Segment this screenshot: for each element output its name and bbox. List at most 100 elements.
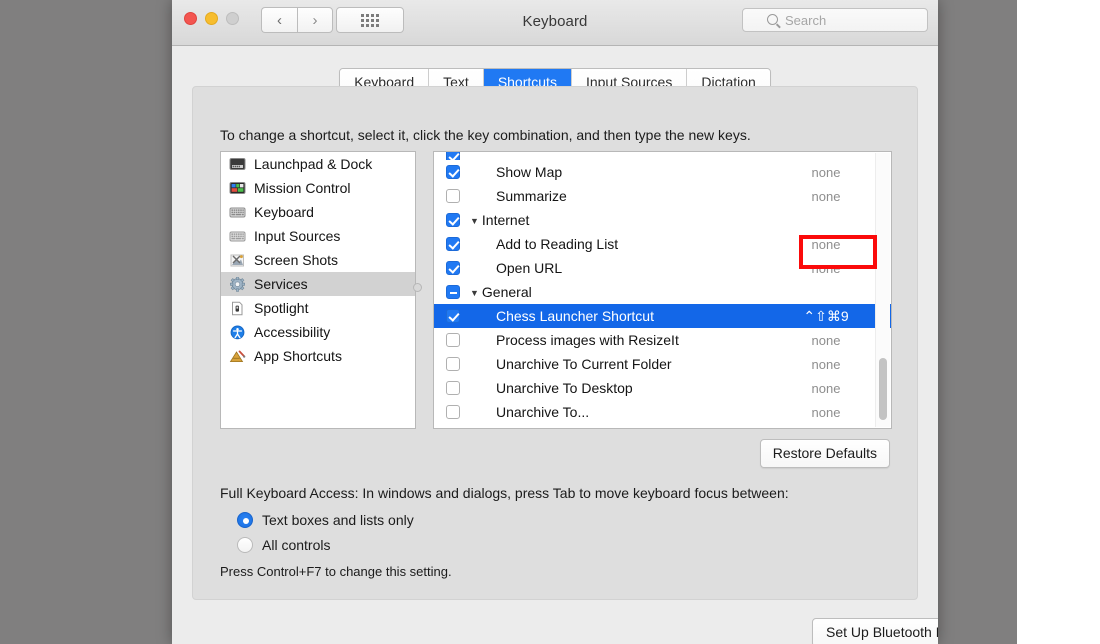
sidebar-item-services[interactable]: Services [221, 272, 415, 296]
row-checkbox[interactable] [446, 381, 460, 395]
group-checkbox[interactable] [446, 213, 460, 227]
sidebar-item-accessibility[interactable]: Accessibility [221, 320, 415, 344]
radio-label: All controls [262, 537, 331, 553]
shortcuts-panel: To change a shortcut, select it, click t… [192, 86, 918, 600]
split-view-grip[interactable] [413, 283, 422, 292]
checkbox-wrap[interactable] [434, 333, 472, 347]
sidebar-item-mission-control[interactable]: Mission Control [221, 176, 415, 200]
row-checkbox[interactable] [446, 405, 460, 419]
row-checkbox[interactable] [446, 333, 460, 347]
set-up-bluetooth-keyboard-button[interactable]: Set Up Bluetooth Keyboard... [812, 618, 938, 644]
sidebar-item-label: Services [254, 276, 308, 292]
search-icon [767, 14, 778, 25]
chevron-down-icon[interactable]: ▼ [470, 288, 479, 298]
row-checkbox[interactable] [446, 152, 460, 160]
checkbox-wrap[interactable] [434, 152, 472, 160]
checkbox-wrap[interactable] [434, 309, 472, 323]
sidebar-item-label: Keyboard [254, 204, 314, 220]
input-sources-icon [229, 229, 246, 244]
table-row-selected[interactable]: Chess Launcher Shortcut ⌃⇧⌘9 [434, 304, 891, 328]
row-checkbox[interactable] [446, 357, 460, 371]
row-checkbox[interactable] [446, 165, 460, 179]
row-label: Open URL [496, 260, 563, 276]
table-group-row[interactable]: ▼ Internet [434, 208, 891, 232]
sidebar-item-keyboard[interactable]: Keyboard [221, 200, 415, 224]
screen-shots-icon [229, 253, 246, 268]
table-row[interactable]: Open URL none [434, 256, 891, 280]
group-label-text: General [481, 284, 532, 300]
sidebar-item-label: Launchpad & Dock [254, 156, 373, 172]
services-gear-icon [229, 276, 246, 292]
sidebar-item-input-sources[interactable]: Input Sources [221, 224, 415, 248]
checkbox-wrap[interactable] [434, 189, 472, 203]
checkbox-wrap[interactable] [434, 357, 472, 371]
row-label: Unarchive To Current Folder [496, 356, 672, 372]
window-titlebar: ‹ › Keyboard Search [172, 0, 938, 46]
full-keyboard-access-label: Full Keyboard Access: In windows and dia… [220, 485, 789, 501]
checkbox-wrap[interactable] [434, 165, 472, 179]
checkbox-wrap[interactable] [434, 261, 472, 275]
table-row[interactable]: Process images with ResizeIt none [434, 328, 891, 352]
app-shortcuts-icon [229, 349, 246, 364]
row-label: Summarize [496, 188, 567, 204]
search-field[interactable]: Search [742, 8, 928, 32]
sidebar-item-label: App Shortcuts [254, 348, 342, 364]
row-label: Show Map [496, 164, 563, 180]
page-margin [1017, 0, 1100, 644]
sidebar-item-spotlight[interactable]: Spotlight [221, 296, 415, 320]
row-checkbox[interactable] [446, 189, 460, 203]
table-row[interactable]: Summarize none [434, 184, 891, 208]
checkbox-wrap[interactable] [434, 405, 472, 419]
sidebar-item-label: Input Sources [254, 228, 341, 244]
launchpad-dock-icon [229, 157, 246, 172]
table-row[interactable]: Add to Reading List none [434, 232, 891, 256]
full-keyboard-access-note: Press Control+F7 to change this setting. [220, 564, 452, 579]
shortcuts-scrollbar[interactable] [875, 153, 890, 427]
sidebar-item-label: Mission Control [254, 180, 351, 196]
checkbox-wrap[interactable] [434, 213, 472, 227]
radio-button[interactable] [237, 537, 253, 553]
instruction-text: To change a shortcut, select it, click t… [220, 127, 751, 143]
radio-option-all-controls[interactable]: All controls [237, 537, 330, 553]
sidebar-item-screen-shots[interactable]: Screen Shots [221, 248, 415, 272]
radio-button[interactable] [237, 512, 253, 528]
row-label: Add to Reading List [496, 236, 619, 252]
row-label: Chess Launcher Shortcut [496, 308, 654, 324]
checkbox-wrap[interactable] [434, 285, 472, 299]
group-label: ▼ Internet [470, 212, 787, 228]
radio-option-text-boxes[interactable]: Text boxes and lists only [237, 512, 414, 528]
radio-label: Text boxes and lists only [262, 512, 414, 528]
table-row[interactable]: Show Map none [434, 160, 891, 184]
table-row[interactable]: Unarchive To Desktop none [434, 376, 891, 400]
checkbox-wrap[interactable] [434, 381, 472, 395]
mission-control-icon [229, 181, 246, 196]
search-placeholder: Search [785, 12, 827, 28]
spotlight-icon [229, 301, 246, 316]
keyboard-icon [229, 205, 246, 220]
row-label: Process images with ResizeIt [496, 332, 679, 348]
sidebar-item-app-shortcuts[interactable]: App Shortcuts [221, 344, 415, 368]
group-label-text: Internet [481, 212, 530, 228]
checkbox-wrap[interactable] [434, 237, 472, 251]
sidebar-item-label: Screen Shots [254, 252, 339, 268]
row-checkbox[interactable] [446, 237, 460, 251]
accessibility-icon [229, 325, 246, 340]
sidebar-item-label: Spotlight [254, 300, 309, 316]
keyboard-preferences-window: ‹ › Keyboard Search Keyboard Text Shortc… [172, 0, 938, 644]
chevron-down-icon[interactable]: ▼ [470, 216, 479, 226]
row-label: Unarchive To Desktop [496, 380, 633, 396]
group-label: ▼ General [470, 284, 787, 300]
sidebar-item-launchpad-dock[interactable]: Launchpad & Dock [221, 152, 415, 176]
table-row[interactable] [434, 152, 891, 160]
scrollbar-thumb[interactable] [879, 358, 887, 420]
row-label: Unarchive To... [496, 404, 590, 420]
restore-defaults-button[interactable]: Restore Defaults [759, 439, 890, 468]
table-row[interactable]: Unarchive To... none [434, 400, 891, 424]
table-row[interactable]: Unarchive To Current Folder none [434, 352, 891, 376]
row-checkbox[interactable] [446, 309, 460, 323]
group-checkbox[interactable] [446, 285, 460, 299]
table-group-row[interactable]: ▼ General [434, 280, 891, 304]
shortcuts-list[interactable]: Show Map none Summarize none ▼ Internet A… [433, 151, 892, 429]
shortcut-categories-list[interactable]: Launchpad & Dock Mission Control Keyboar… [220, 151, 416, 429]
row-checkbox[interactable] [446, 261, 460, 275]
